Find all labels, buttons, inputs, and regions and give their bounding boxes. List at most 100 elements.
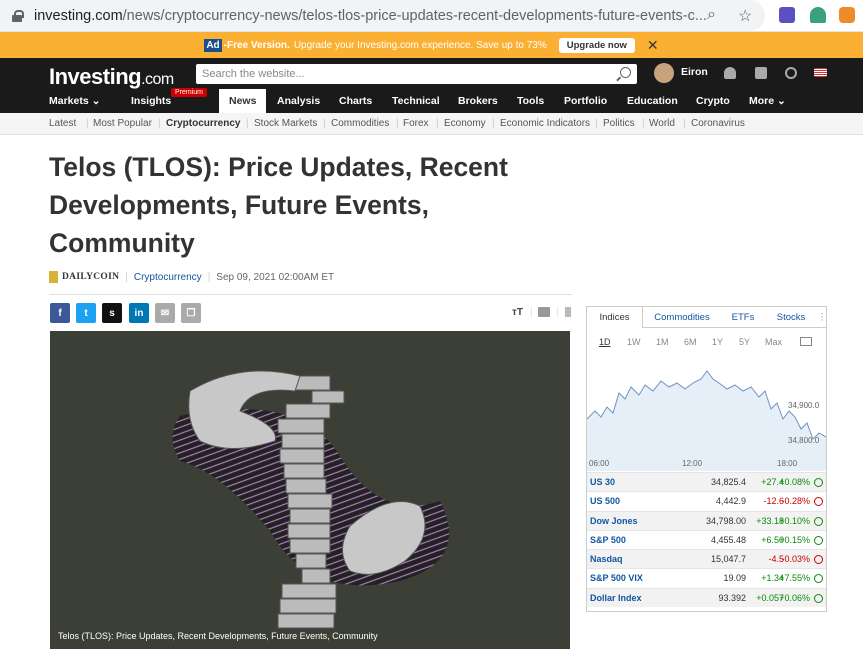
- nav-insights[interactable]: Insights: [131, 89, 171, 113]
- subnav-divider: |: [595, 118, 598, 129]
- subnav-commodities[interactable]: Commodities: [331, 118, 389, 129]
- tools-divider: |: [530, 307, 533, 318]
- article-category[interactable]: Cryptocurrency: [134, 272, 202, 283]
- nav-news[interactable]: News: [219, 89, 267, 113]
- subnav-politics[interactable]: Politics: [603, 118, 635, 129]
- nav-education[interactable]: Education: [627, 89, 678, 113]
- range-1w[interactable]: 1W: [627, 337, 641, 347]
- tab-indices[interactable]: Indices: [587, 307, 643, 329]
- clock-icon[interactable]: [785, 67, 797, 79]
- index-name[interactable]: Dow Jones: [590, 516, 638, 526]
- extension-icon[interactable]: [779, 7, 795, 23]
- range-6m[interactable]: 6M: [684, 337, 697, 347]
- table-row[interactable]: US 500 4,442.9 -12.6 -0.28%: [587, 491, 826, 510]
- subnav-economy[interactable]: Economy: [444, 118, 486, 129]
- range-1y[interactable]: 1Y: [712, 337, 723, 347]
- subnav-cryptocurrency[interactable]: Cryptocurrency: [166, 118, 240, 129]
- subnav-coronavirus[interactable]: Coronavirus: [691, 118, 745, 129]
- subnav-divider: |: [86, 118, 89, 129]
- close-icon[interactable]: ✕: [647, 37, 659, 54]
- print-icon[interactable]: [538, 307, 550, 317]
- index-last: 34,798.00: [705, 515, 746, 526]
- index-name[interactable]: S&P 500: [590, 535, 626, 545]
- portfolio-icon[interactable]: [755, 67, 767, 79]
- subnav-forex[interactable]: Forex: [403, 118, 429, 129]
- metamask-fox-icon[interactable]: [839, 7, 855, 23]
- user-name[interactable]: Eiron: [681, 66, 708, 78]
- facebook-share-button[interactable]: f: [50, 303, 70, 323]
- nav-more[interactable]: More ⌄: [749, 89, 786, 113]
- nav-analysis[interactable]: Analysis: [277, 89, 320, 113]
- index-name[interactable]: US 500: [590, 496, 620, 506]
- investing-logo[interactable]: Investing.com: [49, 64, 174, 90]
- chart-x-label: 12:00: [682, 459, 703, 468]
- nav-technical[interactable]: Technical: [392, 89, 440, 113]
- zoom-icon[interactable]: ⌕: [707, 6, 716, 24]
- us-flag-icon[interactable]: [814, 68, 827, 77]
- nav-charts[interactable]: Charts: [339, 89, 372, 113]
- subnav-divider: |: [396, 118, 399, 129]
- extension-shield-icon[interactable]: [810, 7, 826, 23]
- article-image: Telos (TLOS): Price Updates, Recent Deve…: [50, 331, 570, 649]
- index-name[interactable]: US 30: [590, 477, 615, 487]
- range-1m[interactable]: 1M: [656, 337, 669, 347]
- index-change-percent: -0.28%: [781, 496, 810, 507]
- table-row[interactable]: Dow Jones 34,798.00 +33.18 +0.10%: [587, 510, 826, 530]
- subnav-world[interactable]: World: [649, 118, 675, 129]
- stocktwits-share-button[interactable]: s: [102, 303, 122, 323]
- index-name[interactable]: Nasdaq: [590, 554, 623, 564]
- more-options-icon[interactable]: ⋮: [817, 307, 827, 328]
- jenga-illustration: [172, 370, 449, 629]
- email-share-button[interactable]: ✉: [155, 303, 175, 323]
- linkedin-share-button[interactable]: in: [129, 303, 149, 323]
- table-row[interactable]: US 30 34,825.4 +27.4 +0.08%: [587, 472, 826, 492]
- range-1d[interactable]: 1D: [599, 337, 611, 347]
- range-5y[interactable]: 5Y: [739, 337, 750, 347]
- twitter-share-button[interactable]: t: [76, 303, 96, 323]
- subnav-latest[interactable]: Latest: [49, 118, 76, 129]
- index-name[interactable]: Dollar Index: [590, 593, 642, 603]
- range-max[interactable]: Max: [765, 337, 782, 347]
- meta-divider: |: [125, 271, 128, 283]
- search-input[interactable]: Search the website...: [196, 64, 637, 84]
- url-text[interactable]: investing.com/news/cryptocurrency-news/t…: [34, 8, 714, 24]
- dailycoin-logo-icon: [49, 271, 58, 283]
- table-row[interactable]: Nasdaq 15,047.7 -4.5 -0.03%: [587, 549, 826, 569]
- article-source[interactable]: DAILYCOIN: [62, 272, 119, 282]
- lock-icon[interactable]: [12, 9, 24, 22]
- subnav-most-popular[interactable]: Most Popular: [93, 118, 152, 129]
- bookmark-icon[interactable]: [565, 307, 571, 317]
- address-bar[interactable]: investing.com/news/cryptocurrency-news/t…: [0, 0, 765, 31]
- subnav-divider: |: [246, 118, 249, 129]
- tab-stocks[interactable]: Stocks: [769, 307, 813, 328]
- copy-link-button[interactable]: ❐: [181, 303, 201, 323]
- table-row[interactable]: S&P 500 VIX 19.09 +1.34 +7.55%: [587, 568, 826, 587]
- ad-badge: Ad: [204, 38, 222, 52]
- browser-toolbar: investing.com/news/cryptocurrency-news/t…: [0, 0, 863, 32]
- subnav-economic-indicators[interactable]: Economic Indicators: [500, 118, 590, 129]
- time-range-selector: 1D 1W 1M 6M 1Y 5Y Max: [587, 328, 826, 350]
- nav-portfolio[interactable]: Portfolio: [564, 89, 607, 113]
- index-change-percent: +0.10%: [779, 515, 810, 526]
- subnav-stock-markets[interactable]: Stock Markets: [254, 118, 317, 129]
- meta-divider: |: [207, 271, 211, 283]
- table-row[interactable]: S&P 500 4,455.48 +6.50 +0.15%: [587, 529, 826, 549]
- subnav-divider: |: [323, 118, 326, 129]
- tab-commodities[interactable]: Commodities: [645, 307, 719, 328]
- bookmark-star-icon[interactable]: ☆: [738, 6, 752, 26]
- market-clock-icon: [814, 593, 823, 603]
- bell-icon[interactable]: [724, 67, 736, 79]
- expand-chart-icon[interactable]: [800, 337, 812, 346]
- font-size-button[interactable]: ᴛT: [512, 307, 523, 318]
- nav-markets[interactable]: Markets ⌄: [49, 89, 100, 113]
- nav-brokers[interactable]: Brokers: [458, 89, 498, 113]
- avatar[interactable]: [654, 63, 674, 83]
- index-name[interactable]: S&P 500 VIX: [590, 573, 643, 583]
- nav-tools[interactable]: Tools: [517, 89, 544, 113]
- upgrade-now-button[interactable]: Upgrade now: [558, 37, 635, 53]
- ad-free-banner: Ad -Free Version. Upgrade your Investing…: [0, 32, 863, 58]
- tab-etfs[interactable]: ETFs: [722, 307, 764, 328]
- search-icon[interactable]: [620, 67, 631, 78]
- nav-crypto[interactable]: Crypto: [696, 89, 730, 113]
- table-row[interactable]: Dollar Index 93.392 +0.057 +0.06%: [587, 587, 826, 608]
